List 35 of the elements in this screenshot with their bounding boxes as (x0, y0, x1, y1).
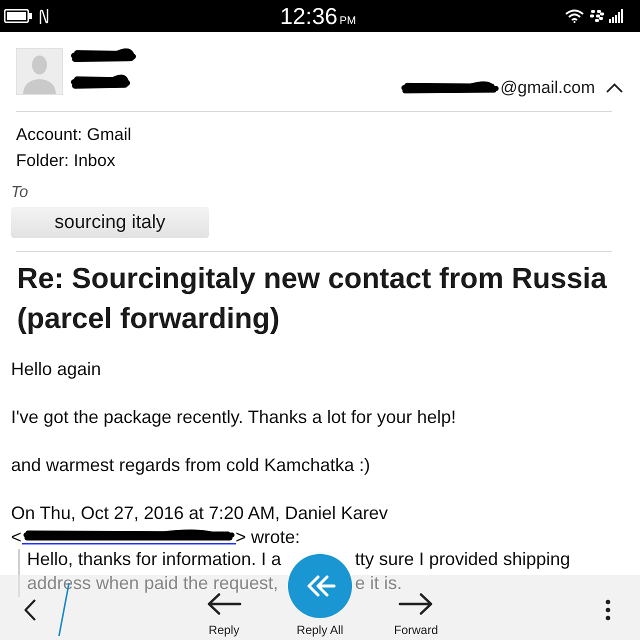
more-vertical-icon (605, 598, 611, 620)
body-paragraph: I've got the package recently. Thanks a lot for your help! (11, 406, 458, 429)
reply-all-icon (288, 554, 352, 618)
recipient-chip[interactable]: sourcing italy (11, 207, 209, 238)
scribbled-link[interactable] (22, 529, 236, 545)
body-paragraph: and warmest regards from cold Kamchatka :) (11, 454, 372, 477)
to-label: To (11, 183, 28, 203)
sender-email: @gmail.com (500, 78, 595, 98)
forward-button[interactable]: Forward (394, 593, 438, 640)
quote-attribution: On Thu, Oct 27, 2016 at 7:20 AM, Daniel Karev (11, 502, 389, 525)
attribution-bracket: < (11, 526, 22, 549)
reply-all-button[interactable]: Reply All (288, 554, 352, 640)
folder-label: Folder: Inbox (16, 150, 116, 172)
email-subject: Re: Sourcingitaly new contact from Russia (parcel forwarding) (17, 262, 608, 337)
chevron-left-icon (23, 598, 37, 622)
account-label: Account: Gmail (16, 124, 132, 146)
reply-button[interactable]: Reply (206, 593, 242, 640)
attribution-wrote: > wrote: (236, 526, 300, 549)
clock-time: 12:36 (280, 2, 338, 31)
battery-icon (4, 9, 32, 23)
quoted-text: e it is. (354, 573, 402, 593)
clock-period: PM (340, 16, 356, 27)
body-paragraph: Hello again (11, 358, 102, 381)
nfc-icon (39, 8, 49, 24)
signal-bars-icon (609, 9, 624, 23)
quoted-text: Hello, thanks for information. I a (27, 549, 282, 569)
left-arrow-icon (206, 593, 242, 615)
quoted-text: address when paid the request, (27, 573, 278, 593)
quoted-text: tty sure I provided shipping (354, 549, 570, 569)
blackberry-logo-icon (589, 10, 604, 22)
scribble-mark (70, 48, 137, 65)
wifi-icon (565, 9, 584, 23)
chevron-up-icon[interactable] (606, 83, 623, 93)
avatar-placeholder (16, 48, 63, 95)
right-arrow-icon (398, 593, 434, 615)
